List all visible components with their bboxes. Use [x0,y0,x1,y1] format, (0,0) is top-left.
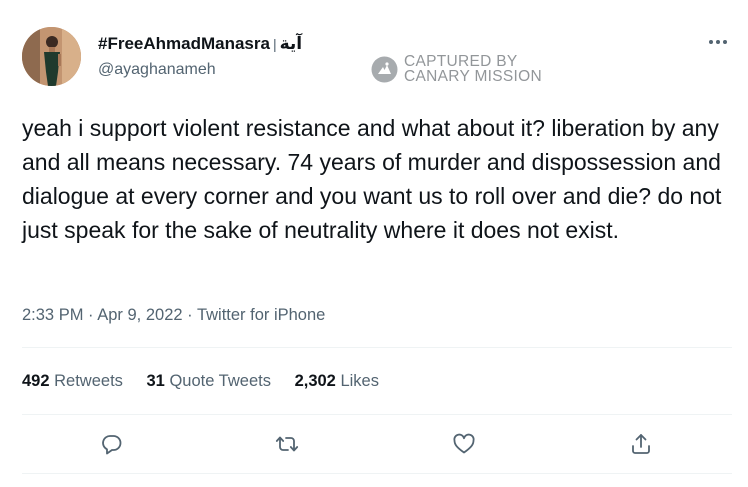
likes-count: 2,302 [294,372,336,390]
quote-tweets-label: Quote Tweets [169,372,271,390]
tweet-date[interactable]: Apr 9, 2022 [97,306,182,324]
engagement-stats: 492 Retweets 31 Quote Tweets 2,302 Likes [22,370,398,392]
avatar[interactable] [22,27,81,86]
likes-label: Likes [340,372,379,390]
quote-tweets-count: 31 [146,372,165,390]
canary-bird-icon [371,56,398,82]
canary-mission-watermark: CAPTURED BY CANARY MISSION [371,53,542,85]
likes-stat[interactable]: 2,302 Likes [295,370,379,392]
more-options-button[interactable] [706,32,730,52]
arabic-name: آية [279,34,303,53]
watermark-line-1: CAPTURED BY [404,53,518,70]
heart-icon [453,433,475,454]
watermark-line-2: CANARY MISSION [404,68,542,85]
action-bar [0,430,748,458]
retweet-button[interactable] [273,430,301,458]
meta-dot: · [187,306,193,324]
reply-icon [102,435,122,455]
divider [22,347,732,348]
like-button[interactable] [450,430,478,458]
share-button[interactable] [627,430,655,458]
share-icon [632,434,650,454]
display-name[interactable]: #FreeAhmadManasra | آية [98,34,302,54]
retweets-label: Retweets [54,372,123,390]
more-horizontal-icon [709,40,727,44]
tweet-text: yeah i support violent resistance and wh… [22,115,722,243]
divider [22,414,732,415]
tweet-time[interactable]: 2:33 PM [22,306,83,324]
user-handle[interactable]: @ayaghanameh [98,60,216,80]
display-name-text: #FreeAhmadManasra [98,34,270,53]
retweets-stat[interactable]: 492 Retweets [22,370,123,392]
retweet-icon [275,436,299,452]
tweet-metadata: 2:33 PM · Apr 9, 2022 · Twitter for iPho… [22,304,325,326]
tweet-source[interactable]: Twitter for iPhone [197,306,325,324]
quote-tweets-stat[interactable]: 31 Quote Tweets [147,370,271,392]
name-separator: | [272,36,277,52]
divider [22,473,732,474]
tweet-detail: #FreeAhmadManasra | آية @ayaghanameh CAPTU… [0,0,748,487]
retweets-count: 492 [22,372,50,390]
reply-button[interactable] [98,430,126,458]
meta-dot: · [88,306,94,324]
